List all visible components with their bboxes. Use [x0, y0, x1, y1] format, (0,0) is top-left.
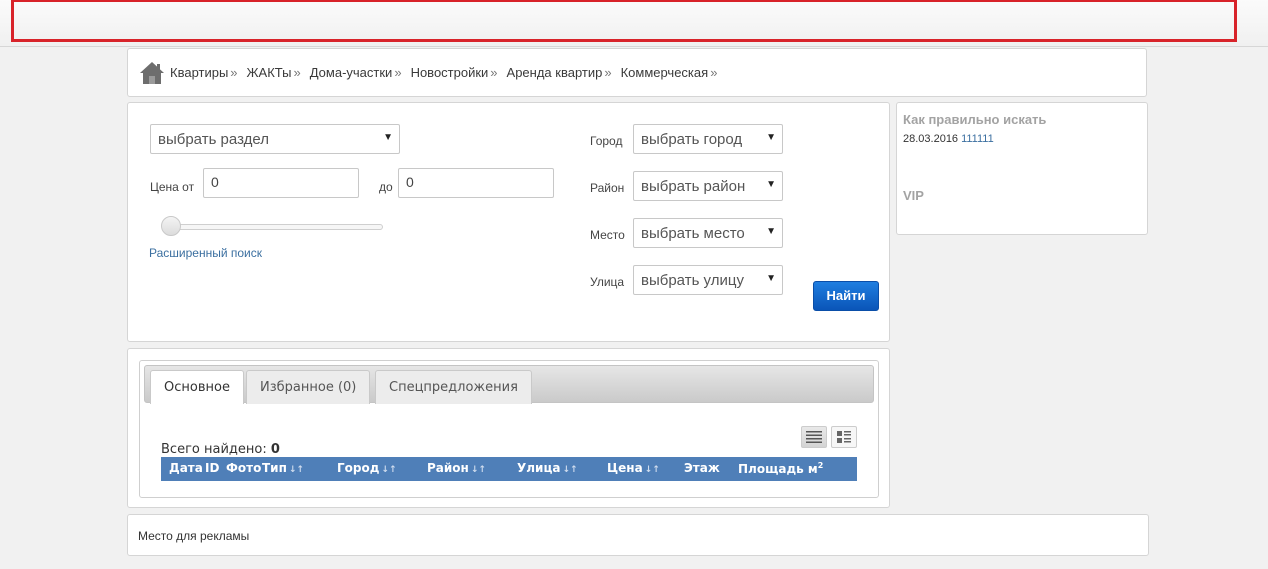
news-link[interactable]: 111111	[961, 133, 994, 145]
place-select[interactable]: выбрать место ▼	[633, 218, 783, 248]
tabs-bar: Основное Избранное (0) Спецпредложения	[144, 365, 874, 404]
category-nav: Квартиры» ЖАКТы» Дома-участки» Новострой…	[127, 48, 1147, 97]
col-district[interactable]: Район ↓↑	[427, 461, 486, 475]
price-from-input[interactable]: 0	[203, 168, 359, 198]
news-date: 28.03.2016	[903, 133, 959, 145]
results-count: Всего найдено: 0	[161, 442, 280, 457]
ad-placeholder-text: Место для рекламы	[138, 529, 250, 543]
header-highlight-frame	[11, 0, 1237, 42]
search-panel: выбрать раздел ▼ Цена от 0 до 0 Расширенн…	[127, 102, 890, 342]
price-slider-handle[interactable]	[161, 216, 181, 236]
list-view-button[interactable]	[801, 426, 827, 448]
col-city[interactable]: Город ↓↑	[337, 461, 397, 475]
place-label: Место	[590, 228, 625, 242]
nav-item-zhakty[interactable]: ЖАКТы»	[247, 65, 301, 80]
results-table-header: Дата ID Фото Тип ↓↑ Город ↓↑ Район ↓↑ Улица…	[161, 457, 857, 481]
tab-favorites[interactable]: Избранное (0)	[246, 370, 371, 404]
sidebar-title: Как правильно искать	[903, 112, 1047, 127]
dropdown-arrow-icon: ▼	[766, 132, 776, 143]
sidebar-panel: Как правильно искать 28.03.2016 111111 VI…	[896, 102, 1148, 235]
grid-view-button[interactable]	[831, 426, 857, 448]
dropdown-arrow-icon: ▼	[766, 273, 776, 284]
col-floor[interactable]: Этаж	[684, 461, 720, 475]
sidebar-news-item: 28.03.2016 111111	[903, 133, 994, 145]
district-select[interactable]: выбрать район ▼	[633, 171, 783, 201]
price-slider-track[interactable]	[163, 224, 383, 230]
results-panel: Основное Избранное (0) Спецпредложения В…	[127, 348, 890, 508]
tab-main[interactable]: Основное	[150, 370, 244, 404]
dropdown-arrow-icon: ▼	[766, 179, 776, 190]
city-label: Город	[590, 134, 623, 148]
advanced-search-link[interactable]: Расширенный поиск	[149, 246, 262, 260]
list-view-icon	[806, 431, 822, 443]
sort-icon[interactable]: ↓↑	[562, 465, 577, 475]
dropdown-arrow-icon: ▼	[766, 226, 776, 237]
col-id[interactable]: ID	[205, 461, 219, 475]
nav-item-new-buildings[interactable]: Новостройки»	[411, 65, 498, 80]
sort-icon[interactable]: ↓↑	[471, 465, 486, 475]
sort-icon[interactable]: ↓↑	[645, 465, 660, 475]
price-from-label: Цена от	[150, 180, 195, 194]
col-area[interactable]: Площадь м2	[738, 461, 823, 476]
sort-icon[interactable]: ↓↑	[289, 465, 304, 475]
vip-heading: VIP	[903, 188, 924, 203]
nav-item-rent[interactable]: Аренда квартир»	[507, 65, 612, 80]
nav-item-houses[interactable]: Дома-участки»	[310, 65, 402, 80]
street-select[interactable]: выбрать улицу ▼	[633, 265, 783, 295]
price-to-label: до	[379, 180, 393, 194]
dropdown-arrow-icon: ▼	[383, 132, 393, 143]
col-type[interactable]: Тип ↓↑	[262, 461, 304, 475]
city-select[interactable]: выбрать город ▼	[633, 124, 783, 154]
nav-item-commercial[interactable]: Коммерческая»	[621, 65, 718, 80]
col-date[interactable]: Дата	[169, 461, 203, 475]
grid-view-icon	[837, 431, 851, 443]
nav-item-apartments[interactable]: Квартиры»	[170, 65, 238, 80]
sort-icon[interactable]: ↓↑	[381, 465, 396, 475]
section-select[interactable]: выбрать раздел ▼	[150, 124, 400, 154]
col-photo[interactable]: Фото	[226, 461, 261, 475]
home-icon[interactable]	[139, 60, 165, 86]
price-to-input[interactable]: 0	[398, 168, 554, 198]
tab-special-offers[interactable]: Спецпредложения	[375, 370, 532, 404]
street-label: Улица	[590, 275, 625, 289]
results-container: Основное Избранное (0) Спецпредложения В…	[139, 360, 879, 498]
ad-banner: Место для рекламы	[127, 514, 1149, 556]
district-label: Район	[590, 181, 625, 195]
col-price[interactable]: Цена ↓↑	[607, 461, 660, 475]
find-button[interactable]: Найти	[813, 281, 879, 311]
col-street[interactable]: Улица ↓↑	[517, 461, 578, 475]
